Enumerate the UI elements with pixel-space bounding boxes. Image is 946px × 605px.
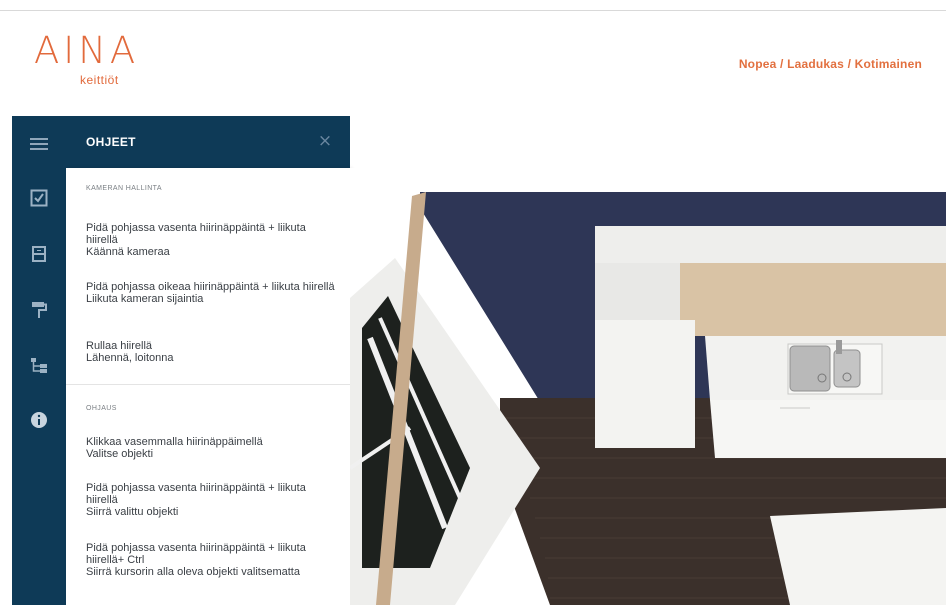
help-panel-title: OHJEET (86, 135, 136, 149)
faucet (836, 340, 842, 354)
close-icon[interactable]: × (316, 132, 334, 150)
help-item: Pidä pohjassa oikeaa hiirinäppäintä + li… (86, 281, 336, 305)
help-action: Pidä pohjassa vasenta hiirinäppäintä + l… (86, 542, 306, 566)
brand-logo[interactable]: AINA keittiöt (34, 29, 140, 88)
help-action: Pidä pohjassa oikeaa hiirinäppäintä + li… (86, 281, 335, 293)
checklist-icon[interactable] (25, 184, 53, 212)
help-action: Rullaa hiirellä (86, 340, 153, 352)
island (770, 508, 946, 605)
help-item: Pidä pohjassa vasenta hiirinäppäintä + l… (86, 482, 336, 518)
help-item: Pidä pohjassa vasenta hiirinäppäintä + l… (86, 542, 336, 578)
help-result: Siirrä kursorin alla oleva objekti valit… (86, 566, 300, 578)
lower-cabinets (710, 400, 946, 458)
help-item: Klikkaa vasemmalla hiirinäppäimellä Vali… (86, 436, 336, 460)
tagline: Nopea / Laadukas / Kotimainen (738, 57, 922, 71)
upper-cabinet-left (595, 263, 680, 320)
kitchen-3d-viewport[interactable] (350, 168, 946, 605)
tree-structure-icon[interactable] (25, 352, 53, 380)
sink-bowl (789, 345, 831, 392)
menu-icon[interactable] (25, 130, 53, 158)
help-action: Pidä pohjassa vasenta hiirinäppäintä + l… (86, 482, 306, 506)
help-result: Käännä kameraa (86, 246, 170, 258)
sidebar-rail (12, 116, 66, 605)
top-divider (0, 10, 946, 11)
help-action: Klikkaa vasemmalla hiirinäppäimellä (86, 436, 263, 448)
paint-roller-icon[interactable] (25, 296, 53, 324)
help-action: Pidä pohjassa vasenta hiirinäppäintä + l… (86, 222, 306, 246)
help-item: Pidä pohjassa vasenta hiirinäppäintä + l… (86, 222, 336, 258)
help-result: Valitse objekti (86, 448, 154, 460)
wood-panel (680, 263, 946, 336)
upper-cabinet-top (595, 226, 946, 263)
cabinet-icon[interactable] (25, 240, 53, 268)
info-icon[interactable] (25, 406, 53, 434)
help-panel: KAMERAN HALLINTA Pidä pohjassa vasenta h… (66, 168, 350, 605)
tall-cabinet (595, 320, 695, 448)
help-item: Rullaa hiirellä Lähennä, loitonna (86, 340, 336, 364)
logo-text: AINA (34, 29, 140, 72)
logo-subtext: keittiöt (80, 73, 119, 87)
help-result: Lähennä, loitonna (86, 352, 174, 364)
section-title-controls: OHJAUS (86, 405, 117, 412)
kitchen-render (350, 192, 946, 605)
help-result: Liikuta kameran sijaintia (86, 293, 204, 305)
help-result: Siirrä valittu objekti (86, 506, 179, 518)
section-divider (66, 384, 350, 385)
section-title-camera: KAMERAN HALLINTA (86, 185, 162, 192)
help-panel-header: OHJEET × (66, 116, 350, 168)
